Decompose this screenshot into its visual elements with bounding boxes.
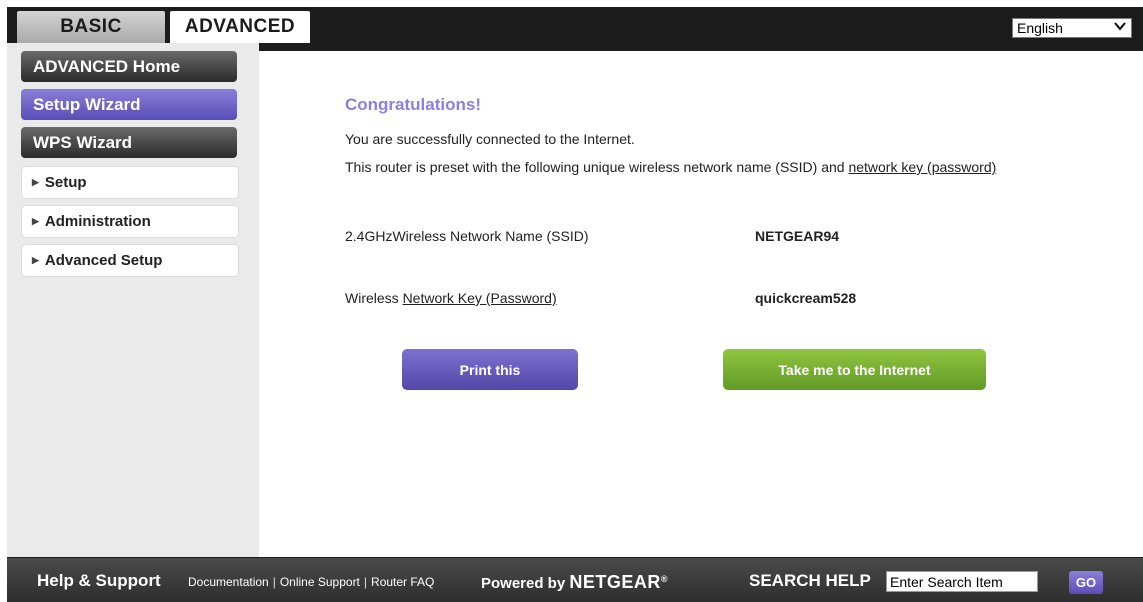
sidebar-item-label: Administration (44, 213, 151, 230)
preset-message-text: This router is preset with the following… (345, 159, 849, 175)
go-button[interactable]: GO (1069, 571, 1103, 594)
sidebar-item-label: Advanced Setup (44, 252, 163, 269)
sidebar-item-label: ADVANCED Home (33, 56, 181, 76)
documentation-link[interactable]: Documentation (188, 575, 269, 589)
page-title: Congratulations! (345, 95, 481, 114)
sidebar-item-wps-wizard[interactable]: WPS Wizard (21, 127, 237, 158)
take-me-to-internet-button[interactable]: Take me to the Internet (723, 349, 986, 390)
sidebar-item-setup[interactable]: ▶ Setup (21, 166, 239, 199)
network-key-value: quickcream528 (755, 290, 857, 306)
preset-message: This router is preset with the following… (345, 159, 1025, 176)
network-key-link[interactable]: network key (password) (848, 159, 996, 175)
sidebar-item-setup-wizard[interactable]: Setup Wizard (21, 89, 237, 120)
expand-arrow-icon: ▶ (32, 177, 39, 187)
expand-arrow-icon: ▶ (32, 255, 39, 265)
ssid-value: NETGEAR94 (755, 228, 840, 244)
link-separator: | (272, 575, 276, 589)
expand-arrow-icon: ▶ (32, 216, 39, 226)
success-message: You are successfully connected to the In… (345, 131, 635, 147)
top-bar: BASIC ADVANCED English (7, 7, 1143, 43)
help-support-title: Help & Support (37, 571, 161, 590)
print-button[interactable]: Print this (402, 349, 578, 390)
main-content: Congratulations! You are successfully co… (259, 51, 1143, 557)
search-input[interactable] (886, 571, 1038, 592)
registered-mark: ® (660, 574, 668, 584)
ssid-label: 2.4GHzWireless Network Name (SSID) (345, 228, 589, 244)
sidebar-item-administration[interactable]: ▶ Administration (21, 205, 239, 238)
language-selected: English (1017, 20, 1063, 36)
powered-by-text: Powered by (481, 575, 570, 592)
router-frame: BASIC ADVANCED English ADVANCED Home Set… (7, 7, 1143, 602)
sidebar-item-label: Setup (44, 174, 87, 191)
sidebar-item-label: Setup Wizard (33, 94, 141, 114)
footer: Help & Support Documentation | Online Su… (7, 558, 1143, 602)
netgear-logo: NETGEAR (569, 572, 661, 592)
sidebar-item-advanced-home[interactable]: ADVANCED Home (21, 51, 237, 82)
network-key-label-text: Wireless (345, 290, 403, 306)
tab-basic[interactable]: BASIC (17, 11, 165, 43)
online-support-link[interactable]: Online Support (280, 575, 360, 589)
powered-by: Powered by NETGEAR® (481, 572, 668, 593)
chevron-down-icon (1114, 20, 1126, 35)
sidebar: ADVANCED Home Setup Wizard WPS Wizard ▶ … (7, 43, 259, 557)
sidebar-item-label: WPS Wizard (33, 132, 133, 152)
network-key-password-link[interactable]: Network Key (Password) (403, 290, 557, 306)
sidebar-item-advanced-setup[interactable]: ▶ Advanced Setup (21, 244, 239, 277)
footer-links: Documentation | Online Support | Router … (188, 575, 434, 589)
language-select[interactable]: English (1012, 18, 1132, 38)
link-separator: | (363, 575, 368, 589)
network-key-label: Wireless Network Key (Password) (345, 290, 557, 306)
router-faq-link[interactable]: Router FAQ (371, 575, 434, 589)
search-help-label: SEARCH HELP (749, 571, 871, 590)
tab-advanced[interactable]: ADVANCED (170, 11, 310, 43)
